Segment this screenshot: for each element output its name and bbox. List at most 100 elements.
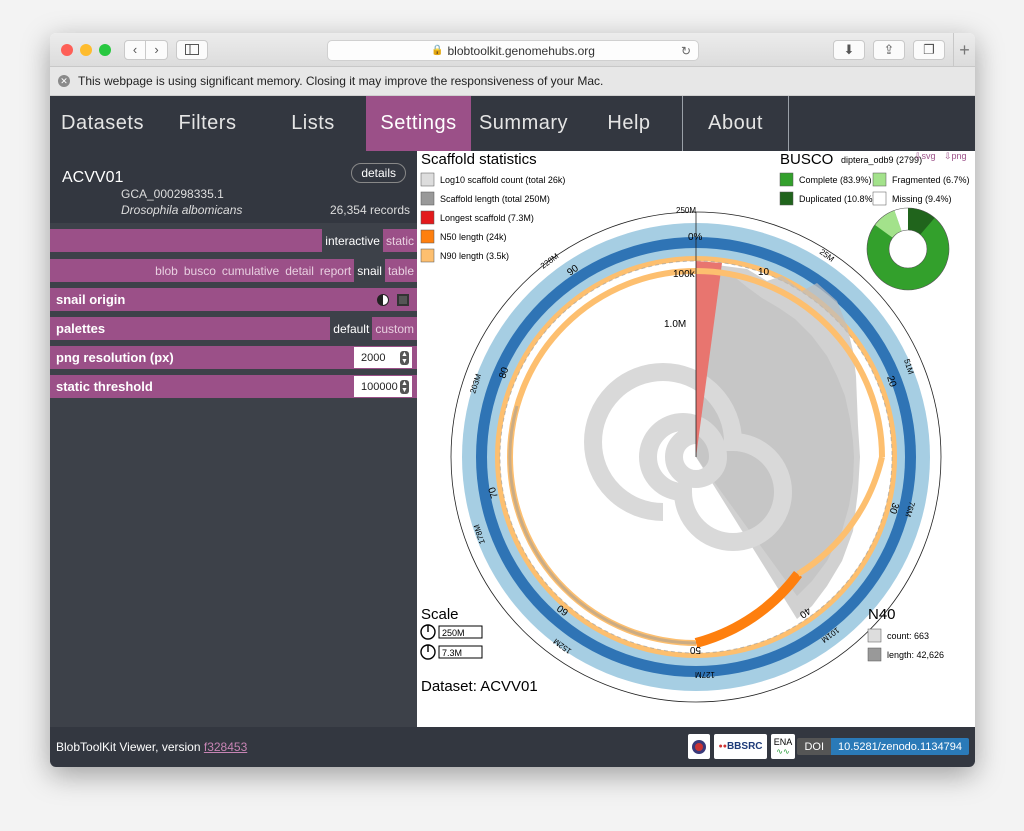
static-threshold-label: static threshold <box>56 379 153 394</box>
download-svg-link[interactable]: ⇩svg <box>914 151 936 161</box>
busco-title: BUSCO <box>780 151 833 168</box>
dataset-accession: GCA_000298335.1 <box>121 187 224 201</box>
dataset-records: 26,354 records <box>329 203 410 217</box>
snail-origin-row: snail origin <box>50 288 417 311</box>
snail-plot-area: Scaffold statistics Log10 scaffold count… <box>417 151 975 727</box>
forward-button[interactable]: › <box>146 39 168 60</box>
history-buttons: ‹ › <box>124 39 168 60</box>
pct-label-0: 0% <box>688 232 703 243</box>
scale-radius-value: 7.3M <box>442 648 462 658</box>
details-button[interactable]: details <box>351 163 406 183</box>
nav-lists[interactable]: Lists <box>260 96 366 151</box>
static-threshold-input[interactable]: 100000 ▲ ▼ <box>354 376 412 397</box>
dataset-species: Drosophila albomicans <box>121 203 243 217</box>
plus-icon: + <box>959 39 970 60</box>
close-window-button[interactable] <box>61 43 73 56</box>
scale-circumference-value: 250M <box>442 628 465 638</box>
busco-complete-label: Complete (83.9%) <box>799 175 872 185</box>
busco-swatch-missing <box>872 191 887 206</box>
university-crest-icon[interactable] <box>688 734 710 759</box>
legend-swatch-n90 <box>420 248 435 263</box>
browser-window: ‹ › 🔒 blobtoolkit.genomehubs.org ↻ ⬇ ⇪ ❐… <box>50 33 975 767</box>
footer: BlobToolKit Viewer, version f328453 ●● BB… <box>50 727 975 767</box>
spinner-icon[interactable]: ▲ ▼ <box>400 351 409 365</box>
doi-badge[interactable]: DOI 10.5281/zenodo.1134794 <box>797 738 969 755</box>
png-resolution-label: png resolution (px) <box>56 350 174 365</box>
view-report-option[interactable]: report <box>317 259 354 282</box>
tabs-button[interactable]: ❐ <box>913 40 945 60</box>
legend-swatch-longest <box>420 210 435 225</box>
busco-swatch-duplicated <box>779 191 794 206</box>
nav-about[interactable]: About <box>683 96 789 151</box>
busco-legend: Complete (83.9%) Fragmented (6.7%) Dupli… <box>779 172 970 206</box>
busco-duplicated-arc <box>907 208 935 236</box>
busco-swatch-fragmented <box>872 172 887 187</box>
nav-help[interactable]: Help <box>576 96 683 151</box>
reload-icon[interactable]: ↻ <box>681 44 691 58</box>
share-button[interactable]: ⇪ <box>873 40 905 60</box>
n-count-label: count: 663 <box>887 631 929 641</box>
mode-row: interactive static <box>50 229 417 252</box>
memory-warning-text: This webpage is using significant memory… <box>78 74 604 88</box>
mode-interactive-option[interactable]: interactive <box>322 229 383 252</box>
settings-panel: ACVV01 details GCA_000298335.1 Drosophil… <box>50 151 417 727</box>
sidebar-toggle-button[interactable] <box>176 39 208 60</box>
n-length-swatch <box>867 647 882 662</box>
spinner-icon[interactable]: ▲ ▼ <box>400 380 409 394</box>
version-link[interactable]: f328453 <box>204 740 247 754</box>
zoom-window-button[interactable] <box>99 43 111 56</box>
nav-settings[interactable]: Settings <box>366 96 471 151</box>
view-row: blob busco cumulative detail report snai… <box>50 259 417 282</box>
chevron-right-icon: › <box>154 42 159 57</box>
view-table-option[interactable]: table <box>385 259 417 282</box>
view-cumulative-option[interactable]: cumulative <box>219 259 282 282</box>
outer-label-228m: 228M <box>539 251 561 270</box>
new-tab-button[interactable]: + <box>953 33 975 67</box>
legend-length-label: Scaffold length (total 250M) <box>440 194 550 204</box>
scaffold-legend: Log10 scaffold count (total 26k) Scaffol… <box>420 172 565 263</box>
view-detail-option[interactable]: detail <box>282 259 317 282</box>
ena-logo[interactable]: ENA ∿∿ <box>771 734 795 759</box>
radial-label-1m: 1.0M <box>664 319 686 330</box>
square-origin-icon[interactable] <box>397 293 409 306</box>
back-button[interactable]: ‹ <box>124 39 146 60</box>
busco-fragmented-arc <box>874 210 903 239</box>
nav-datasets[interactable]: Datasets <box>50 96 155 151</box>
nav-summary[interactable]: Summary <box>471 96 576 151</box>
nav-filters[interactable]: Filters <box>155 96 260 151</box>
png-resolution-row: png resolution (px) 2000 ▲ ▼ <box>50 346 417 369</box>
palettes-label: palettes <box>56 321 106 336</box>
minimize-window-button[interactable] <box>80 43 92 56</box>
memory-warning-banner: ✕ This webpage is using significant memo… <box>50 67 975 96</box>
pct-label-50: 50 <box>689 644 701 655</box>
address-bar[interactable]: 🔒 blobtoolkit.genomehubs.org ↻ <box>327 40 699 61</box>
busco-swatch-complete <box>779 172 794 187</box>
scale-title: Scale <box>421 606 459 623</box>
snail-plot[interactable]: Scaffold statistics Log10 scaffold count… <box>417 151 975 727</box>
view-busco-option[interactable]: busco <box>181 259 219 282</box>
download-png-link[interactable]: ⇩png <box>944 151 967 161</box>
title-bar: ‹ › 🔒 blobtoolkit.genomehubs.org ↻ ⬇ ⇪ ❐… <box>50 33 975 67</box>
scaffold-stats-title: Scaffold statistics <box>421 151 537 168</box>
lock-icon: 🔒 <box>431 45 444 56</box>
n-length-label: length: 42,626 <box>887 650 944 660</box>
app-body: ACVV01 details GCA_000298335.1 Drosophil… <box>50 151 975 727</box>
contrast-toggle-icon[interactable] <box>377 293 389 306</box>
palette-custom-option[interactable]: custom <box>372 317 417 340</box>
view-blob-option[interactable]: blob <box>152 259 181 282</box>
legend-swatch-count <box>420 172 435 187</box>
toolbar-right: ⬇ ⇪ ❐ <box>833 40 945 60</box>
close-banner-icon[interactable]: ✕ <box>58 75 70 87</box>
static-threshold-row: static threshold 100000 ▲ ▼ <box>50 375 417 398</box>
mode-static-option[interactable]: static <box>383 229 417 252</box>
dataset-label: Dataset: ACVV01 <box>421 678 538 695</box>
busco-fragmented-label: Fragmented (6.7%) <box>892 175 970 185</box>
bbsrc-logo[interactable]: ●● BBSRC <box>714 734 767 759</box>
downloads-button[interactable]: ⬇ <box>833 40 865 60</box>
chevron-left-icon: ‹ <box>132 42 138 57</box>
palette-default-option[interactable]: default <box>330 317 373 340</box>
view-snail-option[interactable]: snail <box>354 259 385 282</box>
main-nav: Datasets Filters Lists Settings Summary … <box>50 96 975 151</box>
busco-lineage: diptera_odb9 (2799) <box>841 155 922 165</box>
png-resolution-input[interactable]: 2000 ▲ ▼ <box>354 347 412 368</box>
